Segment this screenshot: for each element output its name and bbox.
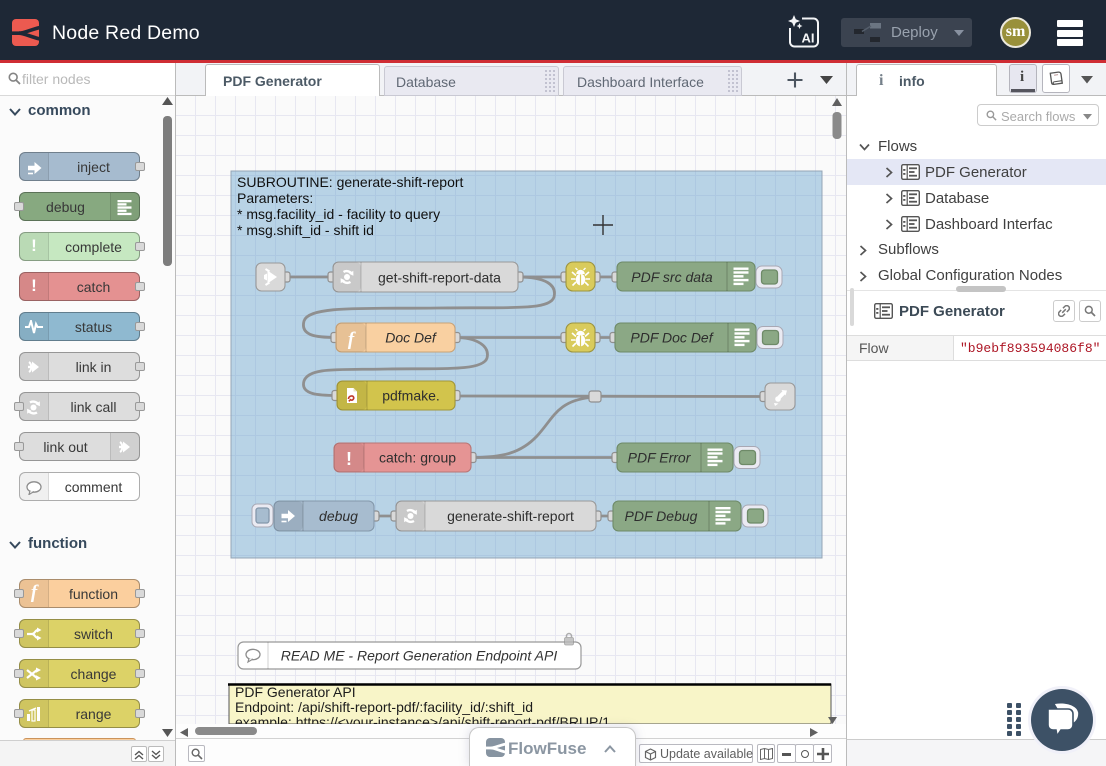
svg-text:READ ME - Report Generation En: READ ME - Report Generation Endpoint API bbox=[281, 648, 558, 664]
svg-text:Doc Def: Doc Def bbox=[385, 330, 438, 346]
svg-text:SUBROUTINE: generate-shift-rep: SUBROUTINE: generate-shift-report bbox=[237, 174, 464, 190]
svg-text:PDF src data: PDF src data bbox=[631, 269, 713, 285]
svg-text:PDF Debug: PDF Debug bbox=[625, 508, 698, 524]
svg-text:!: ! bbox=[346, 449, 352, 469]
svg-text:PDF Generator API: PDF Generator API bbox=[235, 684, 356, 700]
svg-text:get-shift-report-data: get-shift-report-data bbox=[378, 270, 501, 286]
svg-text:* msg.shift_id - shift id: * msg.shift_id - shift id bbox=[237, 222, 374, 238]
svg-text:generate-shift-report: generate-shift-report bbox=[447, 508, 574, 524]
svg-text:pdfmake.: pdfmake. bbox=[382, 388, 440, 404]
svg-text:catch: group: catch: group bbox=[379, 450, 456, 466]
svg-text:debug: debug bbox=[319, 508, 358, 524]
svg-text:PDF Doc Def: PDF Doc Def bbox=[630, 330, 714, 346]
svg-text:Parameters:: Parameters: bbox=[237, 190, 313, 206]
svg-text:Endpoint: /api/shift-report-pd: Endpoint: /api/shift-report-pdf/:facilit… bbox=[235, 699, 533, 715]
svg-text:PDF Error: PDF Error bbox=[628, 450, 692, 466]
svg-text:AI: AI bbox=[802, 31, 815, 46]
svg-text:* msg.facility_id - facility t: * msg.facility_id - facility to query bbox=[237, 206, 440, 222]
